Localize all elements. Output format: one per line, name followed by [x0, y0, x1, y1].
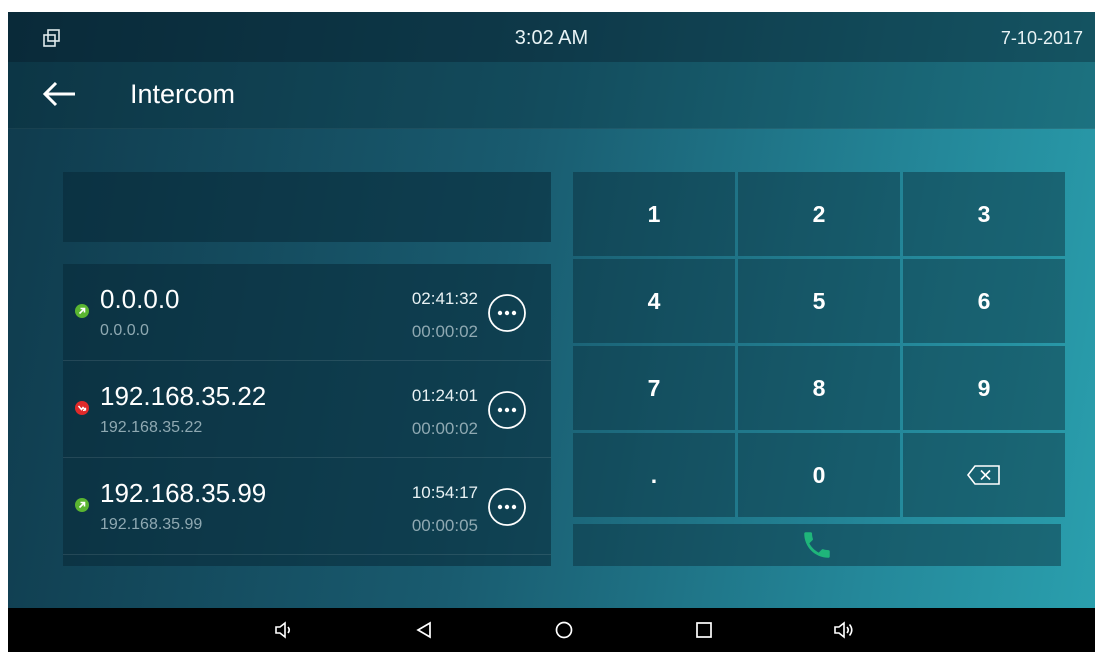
call-log-address: 0.0.0.0 [100, 322, 149, 339]
phone-icon [804, 532, 830, 558]
call-log-time: 02:41:32 [411, 289, 478, 308]
key-dot[interactable]: . [573, 433, 735, 517]
call-log-item[interactable]: 192.168.35.22 192.168.35.22 01:24:01 00:… [63, 361, 551, 458]
call-log-list: 0.0.0.0 0.0.0.0 02:41:32 00:00:02 192.16… [63, 264, 551, 566]
call-log-duration: 00:00:02 [411, 419, 478, 438]
dial-number-field[interactable] [63, 172, 551, 242]
key-6[interactable]: 6 [903, 259, 1065, 343]
status-date: 7-10-2017 [1000, 28, 1083, 48]
key-3[interactable]: 3 [903, 172, 1065, 256]
key-2[interactable]: 2 [738, 172, 900, 256]
status-bar: 3:02 AM 7-10-2017 [8, 12, 1095, 62]
call-log-name: 192.168.35.99 [100, 478, 267, 508]
more-options-icon[interactable] [487, 487, 527, 527]
status-time: 3:02 AM [514, 27, 589, 49]
key-1[interactable]: 1 [573, 172, 735, 256]
call-log-item[interactable]: 0.0.0.0 0.0.0.0 02:41:32 00:00:02 [63, 264, 551, 361]
missed-call-icon [75, 401, 89, 415]
page-title: Intercom [130, 79, 236, 109]
call-log-name: 0.0.0.0 [100, 284, 180, 314]
device-screen: 3:02 AM 7-10-2017 Intercom 0.0.0.0 0.0.0… [8, 12, 1095, 652]
navigation-bar [8, 608, 1095, 652]
backspace-icon [966, 465, 1000, 485]
back-triangle-icon[interactable] [413, 619, 435, 641]
volume-down-icon[interactable] [273, 619, 295, 641]
more-options-icon[interactable] [487, 390, 527, 430]
key-7[interactable]: 7 [573, 346, 735, 430]
call-log-time: 10:54:17 [411, 483, 478, 502]
key-5[interactable]: 5 [738, 259, 900, 343]
call-log-address: 192.168.35.22 [100, 419, 203, 436]
call-log-name: 192.168.35.22 [100, 381, 267, 411]
volume-up-icon[interactable] [833, 619, 855, 641]
home-circle-icon[interactable] [553, 619, 575, 641]
outgoing-call-icon [75, 498, 89, 512]
arrow-left-icon[interactable] [42, 78, 78, 110]
outgoing-call-icon [75, 304, 89, 318]
more-options-icon[interactable] [487, 293, 527, 333]
call-log-duration: 00:00:02 [411, 322, 478, 341]
call-log-item[interactable]: 192.168.35.99 192.168.35.99 10:54:17 00:… [63, 458, 551, 555]
call-log-duration: 00:00:05 [411, 516, 478, 535]
key-9[interactable]: 9 [903, 346, 1065, 430]
key-8[interactable]: 8 [738, 346, 900, 430]
call-log-time: 01:24:01 [411, 386, 478, 405]
recents-square-icon[interactable] [693, 619, 715, 641]
title-bar: Intercom [8, 62, 1095, 129]
backspace-button[interactable] [903, 433, 1065, 517]
key-4[interactable]: 4 [573, 259, 735, 343]
call-button[interactable] [573, 524, 1061, 566]
key-0[interactable]: 0 [738, 433, 900, 517]
call-log-address: 192.168.35.99 [100, 516, 203, 533]
